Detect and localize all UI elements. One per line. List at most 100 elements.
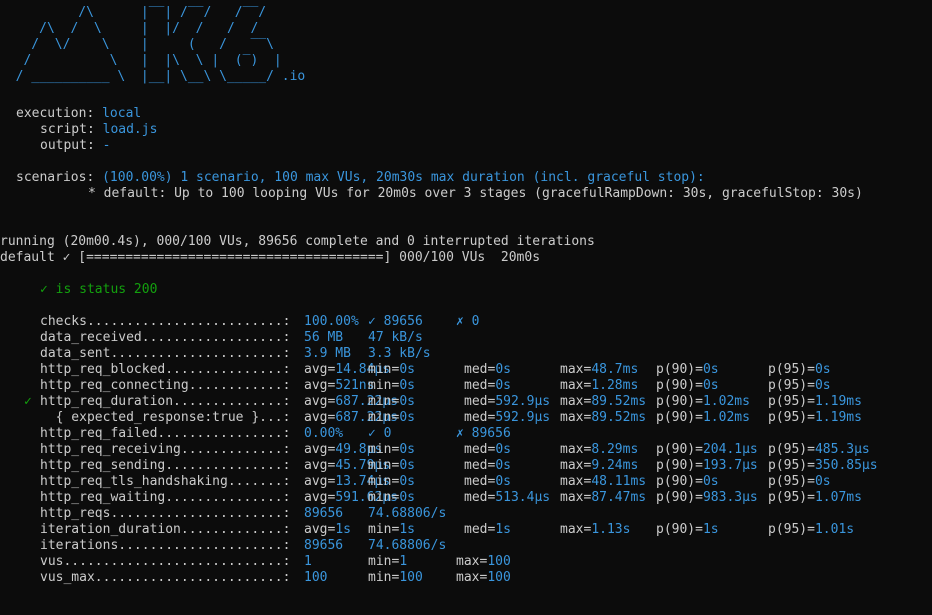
metric-value: med=1s: [464, 522, 511, 537]
metric-value: p(90)=983.3µs: [656, 490, 758, 505]
scenarios-label: scenarios:: [16, 170, 95, 185]
metric-name: http_req_sending...............:: [40, 458, 291, 473]
metric-value: avg=521ns: [304, 378, 375, 393]
metric-row: data_received..................: 56 MB 47 …: [0, 330, 932, 346]
output-value: -: [102, 138, 111, 153]
metric-value: max=8.29ms: [560, 442, 639, 457]
metric-value: med=0s: [464, 442, 511, 457]
metric-value: p(95)=1.19ms: [768, 410, 862, 425]
metric-value: min=100: [368, 570, 423, 585]
metric-value: p(95)=0s: [768, 362, 831, 377]
metric-value: min=0s: [368, 410, 415, 425]
metric-value: max=48.11ms: [560, 474, 647, 489]
metric-value: min=0s: [368, 362, 415, 377]
metric-row: http_req_blocked...............: avg=14.8…: [0, 362, 932, 378]
metric-name: http_req_failed................:: [40, 426, 291, 441]
metric-row: http_req_failed................: 0.00% ✓ 0…: [0, 426, 932, 442]
metric-row: http_reqs......................: 89656 74.…: [0, 506, 932, 522]
metric-value: 56 MB: [304, 330, 344, 345]
metric-value: min=1: [368, 554, 408, 569]
metric-value: p(90)=0s: [656, 362, 719, 377]
metric-value: max=89.52ms: [560, 394, 647, 409]
metric-value: 100: [304, 570, 328, 585]
metric-value: 89656: [304, 538, 344, 553]
metric-value: med=0s: [464, 458, 511, 473]
metric-value: med=513.4µs: [464, 490, 551, 505]
metric-value: ✗ 0: [456, 314, 480, 329]
metric-value: 0.00%: [304, 426, 344, 441]
metric-value: min=0s: [368, 378, 415, 393]
metric-row: http_req_waiting...............: avg=591.…: [0, 490, 932, 506]
metric-value: min=0s: [368, 474, 415, 489]
metric-value: p(90)=0s: [656, 474, 719, 489]
metric-value: 74.68806/s: [368, 538, 447, 553]
metric-value: min=0s: [368, 458, 415, 473]
metric-value: med=592.9µs: [464, 394, 551, 409]
check-result: ✓ is status 200: [40, 282, 158, 297]
terminal-window: /\ |‾‾| /‾‾/ /‾‾/ /\ / \ | |/ / / / / \/…: [0, 0, 932, 615]
metric-name: vus_max........................:: [40, 570, 291, 585]
metric-row: http_req_receiving.............: avg=49.8…: [0, 442, 932, 458]
metric-value: min=0s: [368, 394, 415, 409]
metric-value: max=9.24ms: [560, 458, 639, 473]
metric-value: 47 kB/s: [368, 330, 423, 345]
scenario-detail: * default: Up to 100 looping VUs for 20m…: [88, 186, 863, 201]
threshold-pass-icon: ✓: [24, 394, 32, 409]
metric-name: checks.........................:: [40, 314, 291, 329]
metric-value: max=1.13s: [560, 522, 631, 537]
k6-logo: /\ |‾‾| /‾‾/ /‾‾/ /\ / \ | |/ / / / / \/…: [15, 5, 306, 84]
metric-value: p(95)=0s: [768, 378, 831, 393]
metric-value: p(90)=204.1µs: [656, 442, 758, 457]
metric-value: 100.00%: [304, 314, 359, 329]
metric-name: vus............................:: [40, 554, 291, 569]
output-line: output: -: [40, 138, 110, 154]
script-line: script: load.js: [40, 122, 157, 138]
metric-row: data_sent......................: 3.9 MB 3.…: [0, 346, 932, 362]
metric-value: min=1s: [368, 522, 415, 537]
metric-value: p(90)=1.02ms: [656, 394, 750, 409]
progress-bar: default ✓ [=============================…: [0, 250, 541, 265]
metric-value: 3.3 kB/s: [368, 346, 431, 361]
metric-name: http_req_connecting............:: [40, 378, 291, 393]
running-status: running (20m00.4s), 000/100 VUs, 89656 c…: [0, 234, 595, 249]
metric-row: ✓ http_req_duration..............: avg=687…: [0, 394, 932, 410]
metric-value: p(95)=350.85µs: [768, 458, 878, 473]
output-label: output:: [40, 138, 95, 153]
metric-value: max=89.52ms: [560, 410, 647, 425]
metric-value: max=48.7ms: [560, 362, 639, 377]
metric-value: min=0s: [368, 490, 415, 505]
execution-value: local: [102, 106, 142, 121]
metric-value: 89656: [304, 506, 344, 521]
metric-value: 3.9 MB: [304, 346, 351, 361]
metric-value: 74.68806/s: [368, 506, 447, 521]
metric-value: med=0s: [464, 362, 511, 377]
execution-line: execution: local: [16, 106, 141, 122]
metric-value: max=1.28ms: [560, 378, 639, 393]
metric-name: iterations.....................:: [40, 538, 291, 553]
metric-value: max=100: [456, 570, 511, 585]
metric-name: { expected_response:true }...:: [40, 410, 291, 425]
metric-value: p(90)=0s: [656, 378, 719, 393]
metric-value: p(95)=1.07ms: [768, 490, 862, 505]
metric-row: vus............................: 1 min=1 ma…: [0, 554, 932, 570]
script-value: load.js: [102, 122, 158, 137]
metric-row: http_req_connecting............: avg=521n…: [0, 378, 932, 394]
metric-value: med=0s: [464, 378, 511, 393]
metric-value: p(95)=0s: [768, 474, 831, 489]
metric-name: http_req_blocked...............:: [40, 362, 291, 377]
metric-row: vus_max........................: 100 min=1…: [0, 570, 932, 586]
metric-value: med=592.9µs: [464, 410, 551, 425]
execution-label: execution:: [16, 106, 95, 121]
metric-row: iterations.....................: 89656 74.…: [0, 538, 932, 554]
metric-name: http_req_duration..............:: [40, 394, 291, 409]
metric-value: ✓ 0: [368, 426, 392, 441]
metric-row: iteration_duration.............: avg=1s mi…: [0, 522, 932, 538]
metric-value: ✗ 89656: [456, 426, 511, 441]
metric-name: data_received..................:: [40, 330, 291, 345]
metric-value: p(90)=193.7µs: [656, 458, 758, 473]
metric-name: http_reqs......................:: [40, 506, 291, 521]
metric-name: data_sent......................:: [40, 346, 291, 361]
metric-row: http_req_tls_handshaking.......: avg=13.7…: [0, 474, 932, 490]
metric-value: max=100: [456, 554, 511, 569]
metric-name: http_req_waiting...............:: [40, 490, 291, 505]
